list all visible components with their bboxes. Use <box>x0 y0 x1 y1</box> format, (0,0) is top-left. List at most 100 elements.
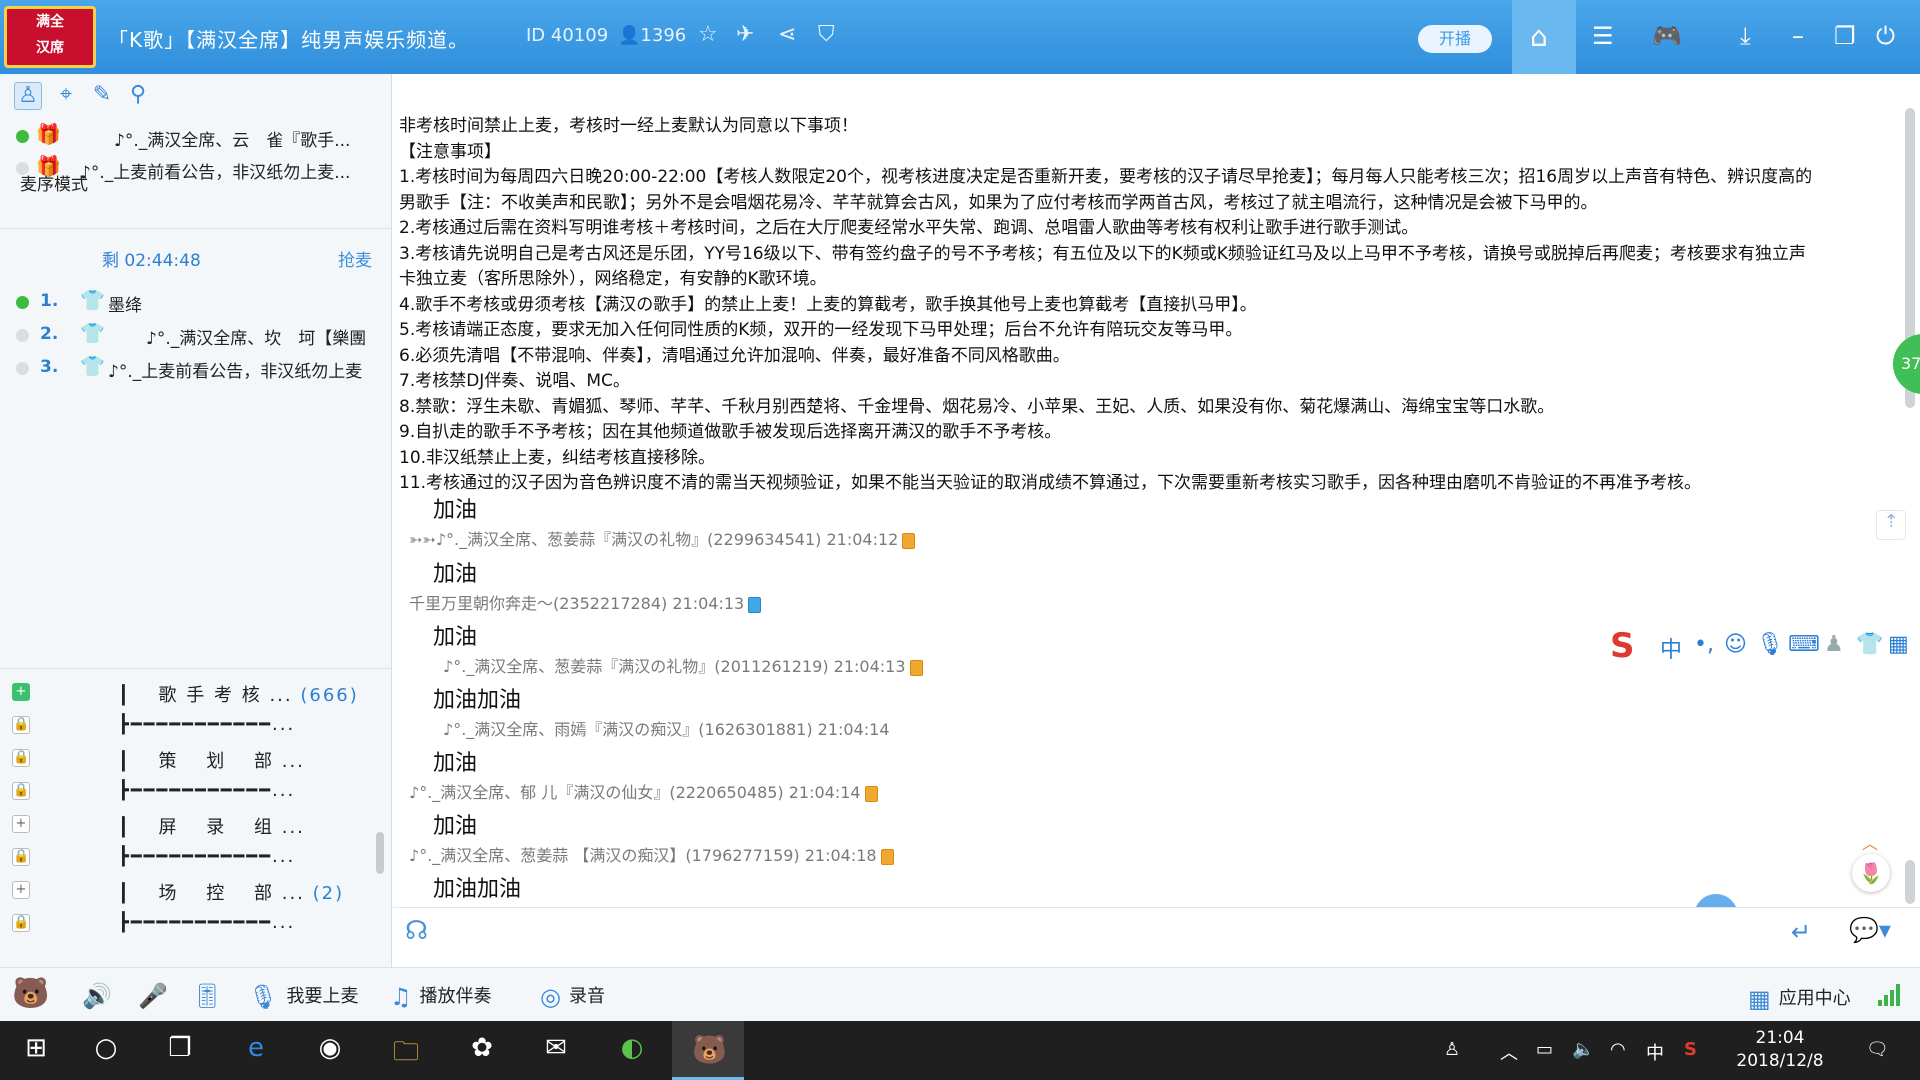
smart-assistant-icon[interactable]: ☊ <box>405 916 428 946</box>
volume-icon[interactable]: 🔈 <box>1572 1039 1594 1060</box>
notice-line: 10.非汉纸禁止上麦，纠结考核直接移除。 <box>399 447 716 468</box>
mic-user-row[interactable]: 🎁 ♪°._满汉全席、云 雀『歌手... <box>0 120 392 152</box>
chat-message-meta[interactable]: 千里万里朝你奔走～(2352217284) 21:04:13 <box>409 590 762 614</box>
sub-channel-item[interactable]: 🔒 ┣━━━━━━━━━━━... <box>0 842 392 874</box>
user-list-icon[interactable]: ♙ <box>14 82 42 110</box>
tray-chevron-icon[interactable]: ︿ <box>1500 1039 1518 1065</box>
app-icon[interactable]: ✿ <box>458 1033 506 1069</box>
star-icon[interactable]: ☆ <box>698 22 718 47</box>
left-scrollbar[interactable] <box>376 832 384 874</box>
list-icon[interactable]: ☰ <box>1592 22 1614 50</box>
edge-browser-icon[interactable]: e <box>232 1033 280 1069</box>
sub-channel-item[interactable]: 🔒 ┣━━━━━━━━━━━... <box>0 908 392 940</box>
channel-name: ┃ 策 划 部 ... <box>118 747 305 773</box>
speaker-icon[interactable]: 🔊 <box>82 982 120 1010</box>
chat-scrollbar-thumb[interactable] <box>1905 860 1915 904</box>
system-clock[interactable]: 21:04 2018/12/8 <box>1720 1027 1840 1073</box>
expand-icon[interactable]: + <box>12 683 30 701</box>
chat-message-meta[interactable]: ♪°._满汉全席、雨嫣『满汉の痴汉』(1626301881) 21:04:14 <box>443 716 890 740</box>
expand-icon[interactable]: + <box>12 881 30 899</box>
send-icon[interactable]: ↵ <box>1791 918 1811 946</box>
shield-icon[interactable]: ⛉ <box>818 22 835 47</box>
app-center-button[interactable]: ▦ 应用中心 <box>1748 984 1851 1013</box>
sub-channel-item[interactable]: 🔒 ┃ 策 划 部 ... <box>0 743 392 775</box>
battery-icon[interactable]: ▭ <box>1536 1039 1553 1060</box>
equalizer-icon[interactable]: 🎚 <box>192 982 230 1010</box>
mic-user-name: ♪°._上麦前看公告，非汉纸勿上麦... <box>80 163 351 183</box>
yy-taskbar-button[interactable]: 🐻 <box>672 1021 744 1080</box>
chat-message: 加油加油 <box>433 688 522 713</box>
chat-message: 加油 <box>433 751 478 776</box>
sub-channel-item[interactable]: 🔒 ┣━━━━━━━━━━━... <box>0 776 392 808</box>
expand-icon[interactable]: + <box>12 815 30 833</box>
online-dot <box>16 130 29 143</box>
notification-icon[interactable]: 🗨 <box>1866 1039 1889 1060</box>
grid-menu-icon[interactable]: ▦ <box>1888 632 1909 657</box>
voice-input-icon[interactable]: 🎙 <box>1756 632 1784 657</box>
gamepad-icon[interactable]: 🎮 <box>1652 22 1682 50</box>
cortana-icon[interactable]: ○ <box>82 1033 130 1069</box>
sender-info: 千里万里朝你奔走～(2352217284) 21:04:13 <box>409 594 745 613</box>
chat-message-meta[interactable]: ➳➳♪°._满汉全席、葱姜蒜『满汉の礼物』(2299634541) 21:04:… <box>409 526 916 550</box>
flower-icon[interactable]: 🌷 <box>1852 854 1890 892</box>
chat-message-meta[interactable]: ♪°._满汉全席、葱姜蒜『满汉の礼物』(2011261219) 21:04:13 <box>443 653 923 677</box>
record-button[interactable]: ◎ 录音 <box>540 982 605 1011</box>
scroll-to-top-icon[interactable]: ⇡ <box>1876 510 1906 540</box>
user-icon[interactable]: ♟ <box>1824 632 1844 657</box>
chrome-icon[interactable]: ◉ <box>306 1033 354 1069</box>
emoji-icon[interactable]: ☺ <box>1724 632 1747 657</box>
channel-name-text: ┃ 策 划 部 ... <box>118 751 305 772</box>
people-icon[interactable]: ♙ <box>1444 1039 1460 1060</box>
download-icon[interactable]: ⤓ <box>1740 22 1751 50</box>
sub-channel-item[interactable]: + ┃ 场 控 部 ... (2) <box>0 875 392 907</box>
sender-info: ♪°._满汉全席、郁 儿『满汉の仙女』(2220650485) 21:04:14 <box>409 783 861 802</box>
windows-start-icon[interactable]: ⊞ <box>12 1033 60 1069</box>
skin-icon[interactable]: 👕 <box>1856 632 1883 657</box>
grab-mic-button[interactable]: 抢麦 <box>338 246 372 271</box>
chat-area: 非考核时间禁止上麦，考核时一经上麦默认为同意以下事项！ 【注意事项】 1.考核时… <box>393 74 1920 907</box>
sub-channel-item[interactable]: + ┃ 屏 录 组 ... <box>0 809 392 841</box>
sub-channel-item[interactable]: 🔒 ┣━━━━━━━━━━━... <box>0 710 392 742</box>
chat-options-icon[interactable]: 💬▾ <box>1849 916 1891 944</box>
chat-message-meta[interactable]: ♪°._满汉全席、郁 儿『满汉の仙女』(2220650485) 21:04:14 <box>409 779 878 803</box>
task-view-icon[interactable]: ❐ <box>156 1033 204 1069</box>
queue-item[interactable]: 3. 👕 ♪°._上麦前看公告，非汉纸勿上麦 <box>0 354 392 384</box>
microphone-icon[interactable]: 🎤 <box>138 982 176 1010</box>
ime-punct-toggle[interactable]: •, <box>1694 632 1714 657</box>
start-broadcast-button[interactable]: 开播 <box>1418 25 1492 53</box>
keyboard-icon[interactable]: ⌨ <box>1788 632 1820 657</box>
chevron-up-icon[interactable]: ︿ <box>1862 830 1878 854</box>
home-button[interactable]: ⌂ <box>1512 0 1576 74</box>
channel-logo: 满全 汉席 <box>4 6 96 68</box>
ime-lang-toggle[interactable]: 中 <box>1660 632 1682 664</box>
play-accompaniment-button[interactable]: ♫ 播放伴奏 <box>390 982 492 1011</box>
mail-icon[interactable]: ✉ <box>532 1033 580 1069</box>
queue-item[interactable]: 1. 👕 墨绛 <box>0 288 392 318</box>
power-icon[interactable]: ⏻ <box>1876 22 1895 50</box>
queue-name: 墨绛 <box>108 296 142 316</box>
channel-count: (666) <box>300 685 359 706</box>
restore-icon[interactable]: ❐ <box>1834 22 1856 50</box>
wifi-icon[interactable]: ◠ <box>1610 1039 1626 1060</box>
want-mic-button[interactable]: 🎙 我要上麦 <box>248 982 358 1011</box>
chat-message-meta[interactable]: ♪°._满汉全席、葱姜蒜 【满汉の痴汉】(1796277159) 21:04:1… <box>409 842 894 866</box>
user-icon: 👤 <box>618 25 641 46</box>
ime-indicator[interactable]: 中 <box>1646 1039 1664 1065</box>
minimize-icon[interactable]: – <box>1792 22 1804 50</box>
sub-channel-item[interactable]: + ┃ 歌 手 考 核 ... (666) <box>0 677 392 709</box>
edit-icon[interactable]: ✎ <box>88 82 116 110</box>
queue-number: 3. <box>40 357 59 377</box>
plane-icon[interactable]: ✈ <box>736 22 754 47</box>
mascot-icon[interactable]: 🐻 <box>12 976 49 1011</box>
browser-icon[interactable]: ◐ <box>608 1033 656 1069</box>
channel-name: ┃ 屏 录 组 ... <box>118 813 305 839</box>
sogou-logo-icon[interactable]: S <box>1610 626 1652 668</box>
sogou-tray-icon[interactable]: S <box>1684 1039 1697 1060</box>
file-explorer-icon[interactable]: 🗀 <box>382 1033 430 1069</box>
location-icon[interactable]: ⌖ <box>52 82 80 110</box>
search-icon[interactable]: ⚲ <box>124 82 152 110</box>
chat-input-row[interactable]: ☊ ↵ 💬▾ <box>393 907 1920 957</box>
queue-item[interactable]: 2. 👕 ♪°._满汉全席、坎 坷【樂團 <box>0 321 392 351</box>
queue-name: ♪°._满汉全席、坎 坷【樂團 <box>146 329 367 349</box>
share-icon[interactable]: ⋖ <box>778 22 796 47</box>
